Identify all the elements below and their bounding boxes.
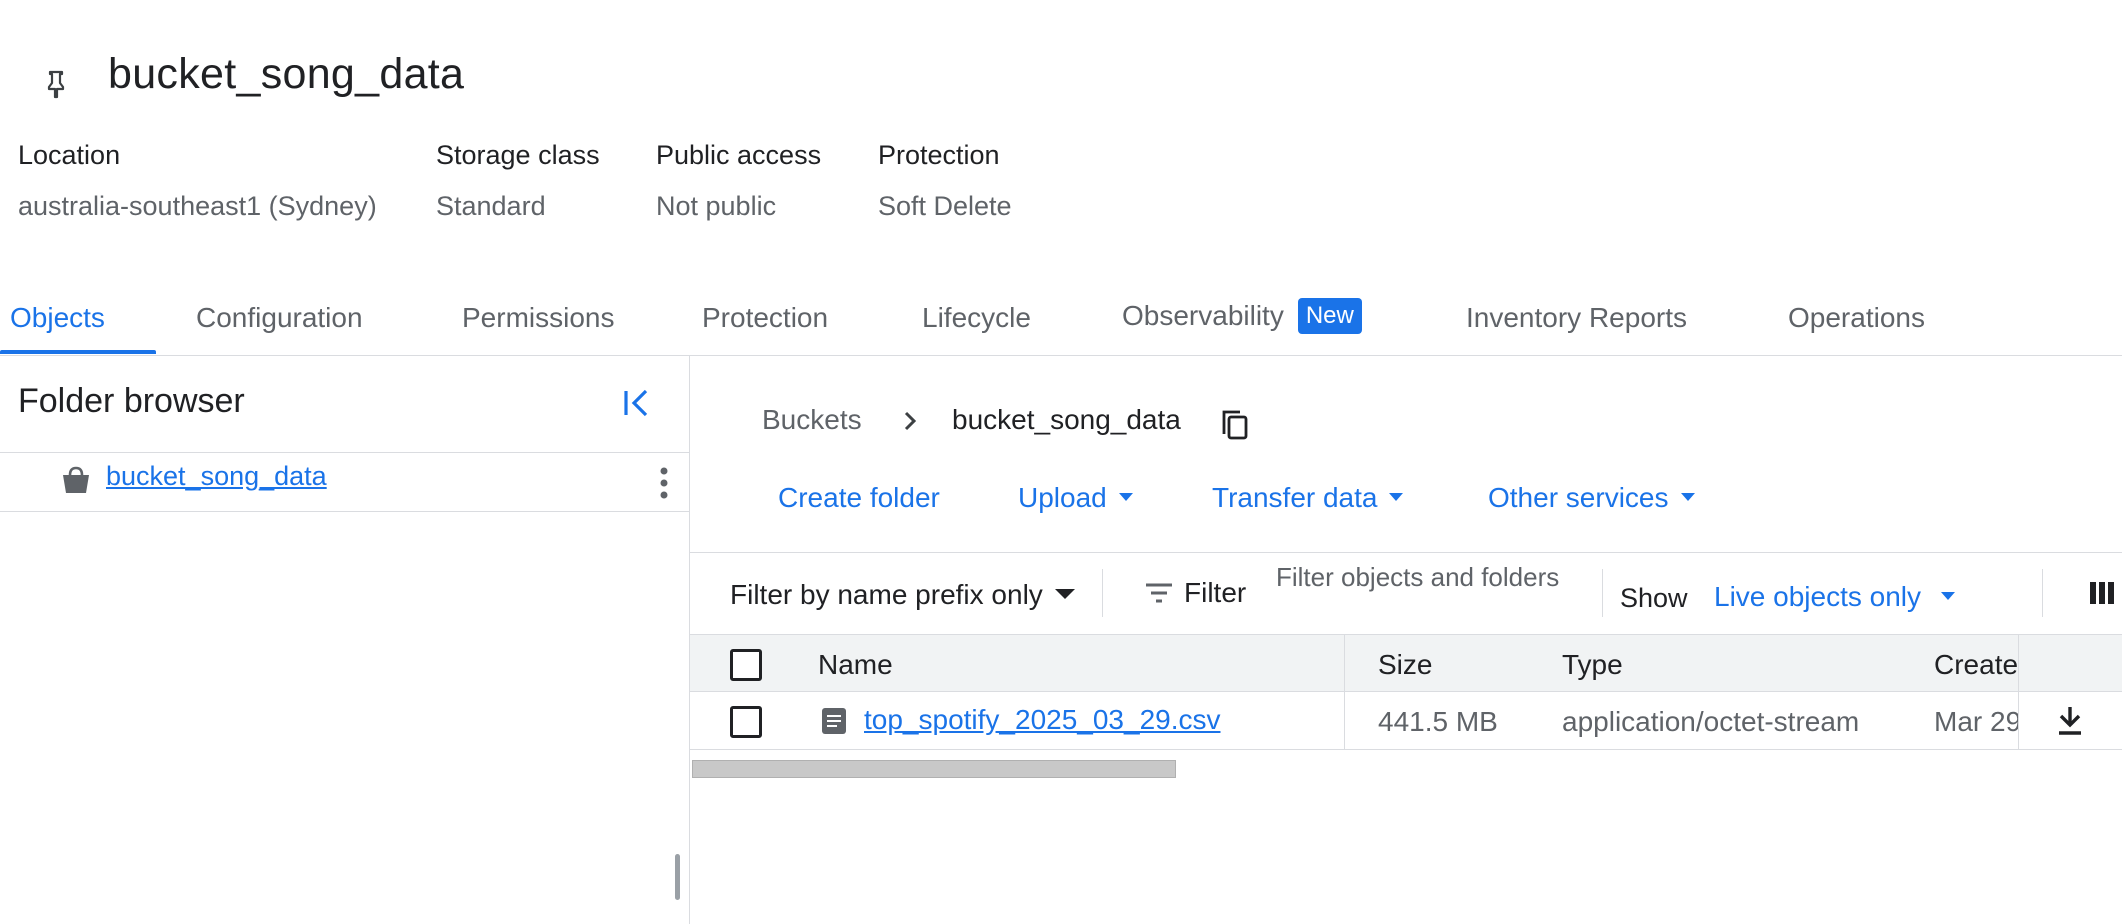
table-header: Name Size Type Create [690, 634, 2122, 693]
tab-lifecycle[interactable]: Lifecycle [922, 302, 1031, 356]
other-services-menu-button[interactable]: Other services [1488, 482, 1695, 514]
table-row: top_spotify_2025_03_29.csv 441.5 MB appl… [690, 692, 2122, 750]
filter-icon[interactable] [1144, 581, 1174, 605]
caret-down-icon [1389, 493, 1404, 501]
tab-objects[interactable]: Objects [10, 302, 105, 356]
divider [1102, 569, 1103, 617]
row-checkbox[interactable] [730, 706, 762, 738]
transfer-data-label: Transfer data [1212, 482, 1378, 513]
show-select-value: Live objects only [1714, 581, 1922, 612]
bucket-icon [63, 466, 89, 493]
upload-menu-button[interactable]: Upload [1018, 482, 1133, 514]
column-divider[interactable] [1344, 635, 1345, 693]
download-icon[interactable] [2054, 704, 2086, 738]
column-divider [2018, 692, 2019, 750]
folder-tree-item-label[interactable]: bucket_song_data [106, 461, 327, 492]
tab-permissions[interactable]: Permissions [462, 302, 614, 356]
divider [2042, 569, 2043, 617]
objects-panel: Buckets bucket_song_data Create folder U… [690, 356, 2122, 924]
column-header-size[interactable]: Size [1378, 649, 1432, 681]
caret-down-icon [1118, 493, 1133, 501]
filter-input[interactable]: Filter objects and folders [1276, 561, 1596, 593]
column-divider [1344, 692, 1345, 750]
breadcrumb-root[interactable]: Buckets [762, 404, 862, 436]
copy-icon[interactable] [1220, 408, 1250, 442]
tab-configuration[interactable]: Configuration [196, 302, 363, 356]
meta-location-label: Location [18, 140, 121, 170]
meta-protection: Protection Soft Delete [878, 140, 1012, 222]
pin-icon[interactable] [44, 68, 68, 100]
folder-browser-title: Folder browser [18, 382, 245, 420]
more-vert-icon[interactable] [650, 465, 678, 501]
active-tab-indicator [0, 350, 156, 354]
column-header-type[interactable]: Type [1562, 649, 1623, 681]
filter-mode-select[interactable]: Filter by name prefix only [730, 579, 1075, 611]
object-created: Mar 29 [1934, 706, 2018, 737]
tab-protection[interactable]: Protection [702, 302, 828, 356]
folder-browser: Folder browser bucket_song_data [0, 356, 690, 924]
chevron-right-icon [904, 411, 917, 431]
page-title: bucket_song_data [108, 50, 465, 98]
meta-storage-class-value: Standard [436, 191, 546, 221]
caret-down-icon [1680, 493, 1695, 501]
meta-public-access: Public access Not public [656, 140, 821, 222]
tab-observability-label: Observability [1122, 300, 1284, 331]
meta-protection-value: Soft Delete [878, 191, 1012, 221]
horizontal-scrollbar[interactable] [692, 760, 1176, 778]
column-display-icon[interactable] [2088, 579, 2116, 607]
object-name-link[interactable]: top_spotify_2025_03_29.csv [864, 704, 1221, 736]
show-label: Show [1620, 583, 1688, 613]
filter-bar: Filter by name prefix only Filter Filter… [690, 552, 2122, 634]
column-header-created[interactable]: Create [1934, 649, 2024, 681]
tab-observability[interactable]: Observability New [1122, 298, 1362, 352]
create-folder-button[interactable]: Create folder [778, 482, 940, 514]
caret-down-icon [1054, 589, 1075, 599]
object-type: application/octet-stream [1562, 706, 1860, 737]
bucket-header: bucket_song_data Location australia-sout… [0, 0, 2122, 260]
resize-handle[interactable] [675, 854, 680, 900]
breadcrumb-current: bucket_song_data [952, 404, 1181, 435]
tab-operations[interactable]: Operations [1788, 302, 1925, 356]
meta-location: Location australia-southeast1 (Sydney) [18, 140, 377, 222]
transfer-data-menu-button[interactable]: Transfer data [1212, 482, 1404, 514]
meta-storage-class-label: Storage class [436, 140, 600, 170]
file-icon [822, 708, 846, 734]
object-size: 441.5 MB [1378, 706, 1498, 737]
tab-inventory-reports[interactable]: Inventory Reports [1466, 302, 1687, 356]
new-badge: New [1297, 298, 1362, 334]
meta-public-access-label: Public access [656, 140, 822, 170]
divider [1602, 569, 1603, 617]
select-all-checkbox[interactable] [730, 649, 762, 681]
upload-label: Upload [1018, 482, 1107, 513]
collapse-panel-icon[interactable] [620, 386, 654, 420]
column-divider [2018, 635, 2019, 693]
other-services-label: Other services [1488, 482, 1669, 513]
caret-down-icon [1941, 592, 1956, 600]
show-select[interactable]: Live objects only [1714, 581, 1956, 613]
filter-label[interactable]: Filter [1184, 577, 1246, 609]
meta-location-value: australia-southeast1 (Sydney) [18, 191, 377, 221]
folder-tree-item[interactable]: bucket_song_data [0, 452, 690, 512]
meta-storage-class: Storage class Standard [436, 140, 600, 222]
tab-bar: Objects Configuration Permissions Protec… [0, 288, 2122, 356]
filter-mode-label: Filter by name prefix only [730, 579, 1043, 610]
meta-public-access-value: Not public [656, 191, 777, 221]
meta-protection-label: Protection [878, 140, 1000, 170]
column-header-name[interactable]: Name [818, 649, 893, 681]
